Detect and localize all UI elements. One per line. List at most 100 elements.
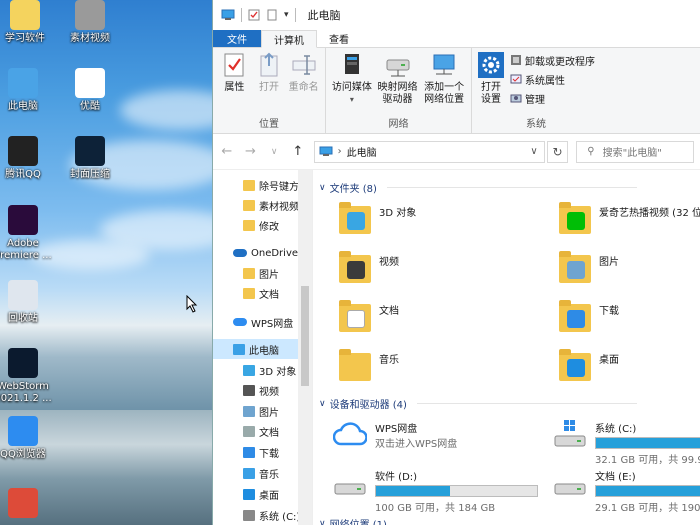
nav-item[interactable]: 文档 — [213, 283, 299, 303]
drive-c-icon — [243, 509, 255, 521]
content-pane: ∨ 文件夹 (8) 3D 对象 爱奇艺热播视频 (32 位) 视频 图片文档 下载音乐 桌… — [313, 170, 700, 525]
address-path[interactable]: 此电脑 — [347, 144, 377, 159]
collapse-chevron-icon: ∨ — [319, 518, 326, 525]
open-settings-label: 打开 设置 — [481, 82, 501, 105]
desktop-shortcut[interactable]: Adobe Premiere ... — [0, 205, 58, 262]
nav-item[interactable]: 素材视频 — [213, 195, 299, 215]
up-arrow-icon[interactable]: ↑ — [290, 144, 306, 159]
folder-item[interactable]: 图片 — [559, 249, 619, 285]
navigation-scrollbar[interactable] — [298, 170, 312, 525]
file-explorer-window: ▾ 此电脑 文件 计算机 查看 属性 打开 重命名 位置 访问媒体 ▾ 映射网络… — [212, 0, 700, 525]
drives-section-header[interactable]: ∨ 设备和驱动器 (4) — [319, 396, 637, 411]
desktop-shortcut-label: Adobe Premiere ... — [0, 238, 52, 261]
nav-item[interactable]: OneDrive — [213, 243, 299, 263]
desktop-shortcut[interactable]: QQ浏览器 — [0, 416, 58, 461]
desktop-shortcut[interactable] — [0, 488, 58, 521]
system-properties-button[interactable]: 系统属性 — [510, 71, 595, 87]
drive-item[interactable]: 软件 (D:) 100 GB 可用，共 184 GB — [333, 468, 538, 514]
recent-dropdown-icon[interactable]: ∨ — [266, 147, 282, 157]
network-section-header[interactable]: ∨ 网络位置 (1) — [319, 516, 387, 525]
nav-item-label: 此电脑 — [249, 345, 279, 357]
nav-item[interactable]: 图片 — [213, 263, 299, 283]
desktop-shortcut[interactable]: 学习软件 — [0, 0, 60, 45]
divider — [416, 403, 637, 404]
divider — [294, 8, 296, 22]
refresh-button[interactable]: ↻ — [546, 140, 569, 163]
downloads-folder-icon — [559, 298, 591, 334]
open-label: 打开 — [259, 82, 279, 93]
search-input[interactable]: ⚲ 搜索"此电脑" — [576, 140, 694, 163]
nav-item[interactable]: 文档 — [213, 421, 299, 441]
drive-item[interactable]: WPS网盘 双击进入WPS网盘 — [332, 420, 457, 450]
tab-file[interactable]: 文件 — [213, 30, 261, 47]
rename-label: 重命名 — [288, 82, 319, 93]
folder-item[interactable]: 下载 — [559, 298, 619, 334]
back-arrow-icon[interactable]: ← — [219, 144, 235, 159]
folder-label: 文档 — [379, 306, 399, 317]
nav-item-label: 素材视频 — [259, 201, 299, 213]
folder-overlay-badge — [567, 261, 585, 279]
collapse-chevron-icon: ∨ — [319, 398, 326, 409]
address-dropdown-icon[interactable]: ∨ — [530, 146, 537, 157]
drive-item[interactable]: 文档 (E:) 29.1 GB 可用，共 190 — [553, 468, 700, 514]
nav-item[interactable]: 下载 — [213, 442, 299, 462]
desktop-shortcut[interactable]: 回收站 — [0, 280, 58, 325]
properties-icon — [224, 53, 244, 77]
desktop-shortcut[interactable]: 素材视频 — [55, 0, 125, 45]
scrollbar-thumb[interactable] — [301, 286, 309, 386]
folder-item[interactable]: 文档 — [339, 298, 399, 334]
nav-item[interactable]: 视频 — [213, 380, 299, 400]
drive-subtitle: 29.1 GB 可用，共 190 — [595, 503, 700, 514]
desktop-folder-icon — [559, 347, 591, 383]
drive-subtitle: 100 GB 可用，共 184 GB — [375, 503, 496, 514]
folder-item[interactable]: 爱奇艺热播视频 (32 位) — [559, 200, 700, 236]
rename-icon — [292, 55, 316, 75]
desktop-shortcut[interactable]: WebStorm 2021.1.2 ... — [0, 348, 58, 405]
folder-label: 桌面 — [599, 355, 619, 366]
nav-item[interactable]: 图片 — [213, 401, 299, 421]
tab-view[interactable]: 查看 — [317, 30, 361, 47]
system-properties-label: 系统属性 — [525, 75, 565, 87]
folder-item[interactable]: 3D 对象 — [339, 200, 416, 236]
drive-item[interactable]: 系统 (C:) 32.1 GB 可用，共 99.9 — [553, 420, 700, 466]
folder-item[interactable]: 音乐 — [339, 347, 399, 383]
videos-icon — [243, 384, 255, 396]
folder-label: 视频 — [379, 257, 399, 268]
tab-computer[interactable]: 计算机 — [261, 30, 317, 48]
new-folder-quick-icon[interactable] — [266, 9, 278, 21]
disk-icon — [554, 420, 586, 447]
folder-item[interactable]: 桌面 — [559, 347, 619, 383]
chrome-icon — [8, 488, 38, 518]
uninstall-programs-button[interactable]: 卸载或更改程序 — [510, 52, 595, 68]
group-name-network: 网络 — [388, 119, 409, 130]
search-placeholder: 搜索"此电脑" — [602, 148, 662, 159]
folder-overlay-badge — [567, 212, 585, 230]
nav-item[interactable]: WPS网盘 — [213, 312, 299, 332]
desktop-shortcut[interactable]: 封面压缩 — [55, 136, 125, 181]
nav-item[interactable]: 桌面 — [213, 484, 299, 504]
nav-item[interactable]: 此电脑 — [213, 339, 299, 359]
drive-name: WPS网盘 — [375, 424, 418, 435]
manage-button[interactable]: 管理 — [510, 90, 595, 106]
nav-item[interactable]: 音乐 — [213, 463, 299, 483]
address-input[interactable]: › 此电脑 ∨ — [313, 140, 545, 163]
quick-access-dropdown-icon[interactable]: ▾ — [284, 10, 289, 20]
desktop-shortcut[interactable]: 腾讯QQ — [0, 136, 58, 181]
nav-item[interactable]: 除号键方 — [213, 175, 299, 195]
music-folder-icon — [339, 347, 371, 383]
desktop-shortcut[interactable]: 此电脑 — [0, 68, 58, 113]
folder-item[interactable]: 视频 — [339, 249, 399, 285]
nav-item[interactable]: 3D 对象 — [213, 360, 299, 380]
desktop-shortcut-label: 此电脑 — [8, 101, 38, 112]
navigation-pane: 除号键方 素材视频 修改 OneDrive 图片 文档 WPS网盘 此电脑 3D 对象 视频 图片文… — [213, 170, 313, 525]
folders-section-header[interactable]: ∨ 文件夹 (8) — [319, 180, 637, 195]
desktop-shortcut[interactable]: 优酷 — [55, 68, 125, 113]
forward-arrow-icon[interactable]: → — [243, 144, 259, 159]
folder-overlay-badge — [347, 310, 365, 328]
properties-quick-icon[interactable] — [248, 9, 260, 21]
drive-subtitle: 32.1 GB 可用，共 99.9 — [595, 455, 700, 466]
nav-item[interactable]: 修改 — [213, 215, 299, 235]
nav-item[interactable]: 系统 (C:) — [213, 505, 299, 525]
computer-icon — [319, 146, 333, 156]
drive-name: 文档 (E:) — [595, 472, 636, 483]
